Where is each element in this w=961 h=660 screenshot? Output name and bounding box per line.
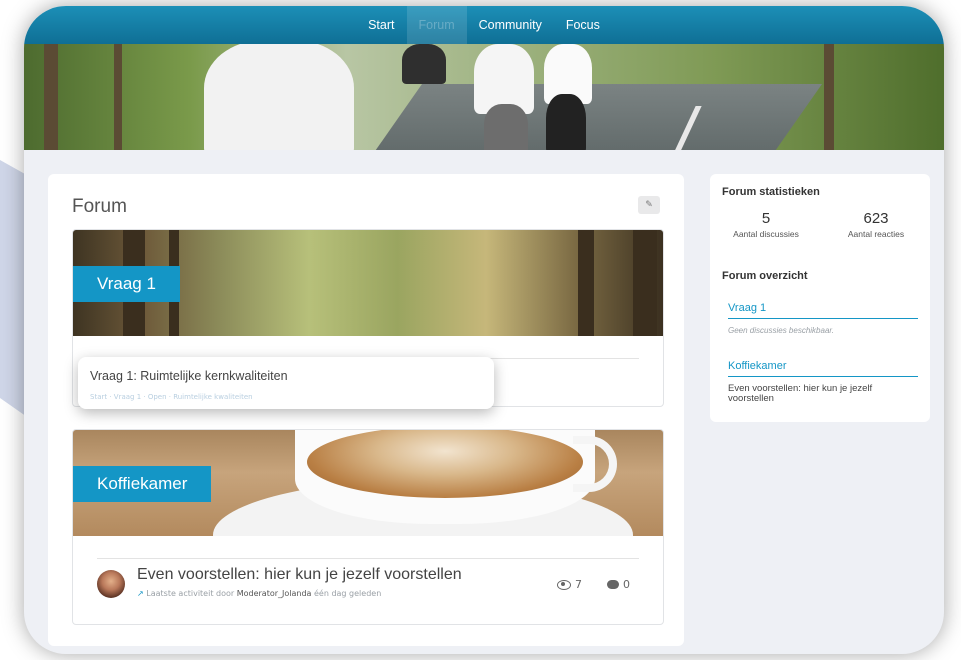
forest-trunk (633, 230, 657, 336)
hero-person-legs (546, 94, 586, 150)
discussions-label: Aantal discussies (733, 229, 799, 239)
reactions-stat: 623 Aantal reacties (826, 210, 926, 239)
discussion-title[interactable]: Vraag 1: Ruimtelijke kernkwaliteiten (90, 369, 288, 383)
discussions-count: 5 (761, 210, 771, 227)
reactions-count: 623 (863, 210, 889, 227)
eye-icon (557, 579, 571, 590)
discussion-breadcrumb: Start · Vraag 1 · Open · Ruimtelijke kwa… (90, 393, 253, 401)
category-image-coffee: Koffiekamer (73, 430, 663, 536)
views-value: 7 (575, 578, 582, 591)
nav-forum[interactable]: Forum (406, 6, 467, 44)
nav-start[interactable]: Start (356, 6, 406, 44)
hero-cyclist (402, 44, 446, 84)
top-navbar: Start Forum Community Focus (24, 6, 944, 44)
edit-button[interactable]: ✎ (638, 196, 660, 214)
category-label-vraag-1[interactable]: Vraag 1 (73, 266, 180, 302)
reactions-label: Aantal reacties (847, 229, 905, 239)
replies-count: 0 (607, 578, 630, 591)
meta-suffix: één dag geleden (311, 589, 382, 598)
meta-prefix: Laatste activiteit door (146, 589, 237, 598)
overview-link-koffiekamer[interactable]: Koffiekamer (728, 360, 918, 377)
category-image-forest: Vraag 1 (73, 230, 663, 336)
pencil-icon: ✎ (645, 200, 653, 210)
discussion-popup[interactable]: Vraag 1: Ruimtelijke kernkwaliteiten Sta… (78, 357, 494, 409)
views-count: 7 (557, 578, 582, 591)
replies-value: 0 (623, 578, 630, 591)
hero-person-legs (484, 104, 528, 150)
forum-card: Forum ✎ Vraag 1 Vraag 1: Ruimtelijke ker… (48, 174, 684, 646)
nav-community[interactable]: Community (467, 6, 554, 44)
browser-frame: Start Forum Community Focus Forum ✎ Vraa… (24, 6, 944, 654)
discussion-title[interactable]: Even voorstellen: hier kun je jezelf voo… (137, 566, 462, 584)
overview-note-vraag-1: Geen discussies beschikbaar. (728, 326, 834, 335)
hero-person (204, 44, 354, 150)
page-title: Forum (72, 196, 127, 217)
hero-road (365, 84, 823, 150)
moderator-name[interactable]: Moderator_Jolanda (237, 589, 312, 598)
category-label-koffiekamer[interactable]: Koffiekamer (73, 466, 212, 502)
hero-tree (114, 44, 122, 150)
discussion-meta: ↗ Laatste activiteit door Moderator_Jola… (137, 589, 381, 598)
stats-heading: Forum statistieken (722, 186, 820, 198)
overview-heading: Forum overzicht (722, 270, 808, 282)
discussion-row[interactable]: Even voorstellen: hier kun je jezelf voo… (97, 558, 639, 616)
hero-tree (44, 44, 58, 150)
comments-icon (607, 580, 619, 589)
sidebar-card: Forum statistieken 5 Aantal discussies 6… (710, 174, 930, 422)
coffee-handle (573, 436, 617, 492)
overview-desc-koffiekamer: Even voorstellen: hier kun je jezelf voo… (728, 383, 873, 404)
hero-banner-image (24, 44, 944, 150)
overview-link-vraag-1[interactable]: Vraag 1 (728, 302, 918, 319)
avatar (97, 570, 125, 598)
forest-trunk (578, 230, 594, 336)
hero-tree (824, 44, 834, 150)
discussions-stat: 5 Aantal discussies (716, 210, 816, 239)
nav-focus[interactable]: Focus (554, 6, 612, 44)
external-link-icon: ↗ (137, 589, 144, 598)
category-koffiekamer: Koffiekamer Even voorstellen: hier kun j… (72, 429, 664, 625)
